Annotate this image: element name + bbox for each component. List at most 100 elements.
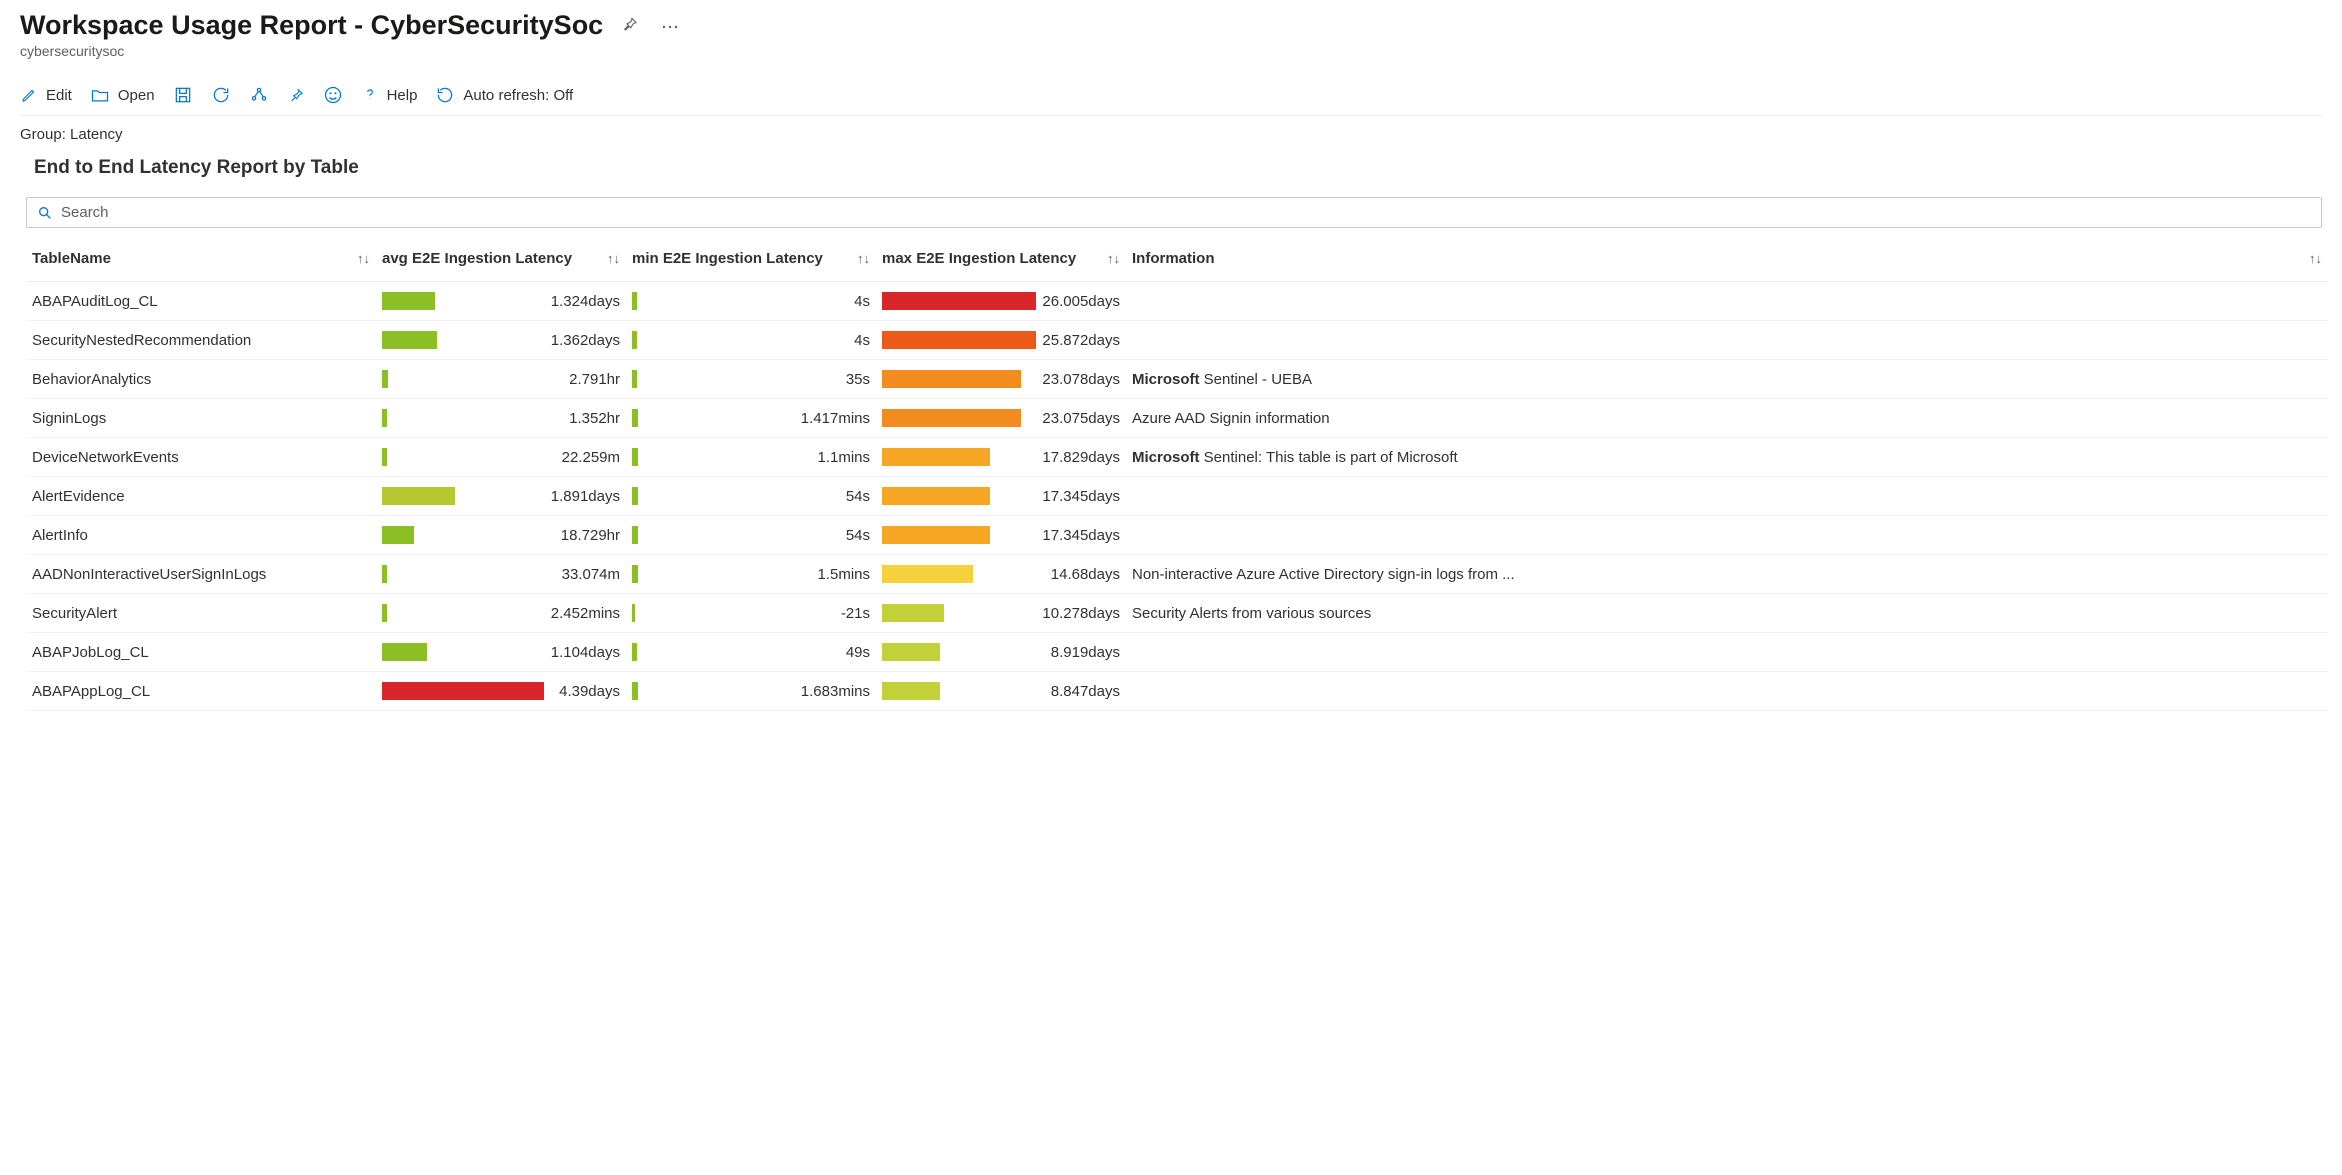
sort-icon[interactable]: ↑↓ <box>1107 251 1120 266</box>
feedback-icon[interactable] <box>323 85 343 105</box>
table-row[interactable]: SecurityNestedRecommendation1.362days4s2… <box>26 321 2328 360</box>
cell-min: 49s <box>626 633 876 672</box>
bar-track <box>632 526 794 544</box>
table-row[interactable]: ABAPAuditLog_CL1.324days4s26.005days <box>26 282 2328 321</box>
search-box[interactable] <box>26 197 2322 228</box>
bar-value: -21s <box>800 605 870 622</box>
bar-track <box>382 370 544 388</box>
cell-min: -21s <box>626 594 876 633</box>
cell-avg: 2.791hr <box>376 360 626 399</box>
table-row[interactable]: SigninLogs1.352hr1.417mins23.075daysAzur… <box>26 399 2328 438</box>
bar-fill <box>382 487 455 505</box>
table-row[interactable]: DeviceNetworkEvents22.259m1.1mins17.829d… <box>26 438 2328 477</box>
cell-tablename: DeviceNetworkEvents <box>26 438 376 477</box>
cell-tablename: ABAPAppLog_CL <box>26 672 376 711</box>
share-icon[interactable] <box>249 85 269 105</box>
bar-fill <box>382 604 387 622</box>
save-icon[interactable] <box>173 85 193 105</box>
bar-fill <box>882 565 973 583</box>
open-button[interactable]: Open <box>90 86 155 104</box>
refresh-icon[interactable] <box>211 85 231 105</box>
cell-avg: 1.891days <box>376 477 626 516</box>
pin-icon[interactable] <box>617 11 643 40</box>
bar-track <box>632 448 794 466</box>
col-header-max[interactable]: max E2E Ingestion Latency <box>882 250 1076 267</box>
table-row[interactable]: SecurityAlert2.452mins-21s10.278daysSecu… <box>26 594 2328 633</box>
bar-value: 23.075days <box>1042 410 1120 427</box>
bar-track <box>382 643 544 661</box>
bar-value: 18.729hr <box>550 527 620 544</box>
bar-track <box>632 487 794 505</box>
bar-fill <box>882 448 990 466</box>
table-row[interactable]: AlertEvidence1.891days54s17.345days <box>26 477 2328 516</box>
table-row[interactable]: ABAPJobLog_CL1.104days49s8.919days <box>26 633 2328 672</box>
bar-fill <box>632 604 635 622</box>
bar-track <box>632 331 794 349</box>
table-row[interactable]: AADNonInteractiveUserSignInLogs33.074m1.… <box>26 555 2328 594</box>
cell-max: 14.68days <box>876 555 1126 594</box>
bar-fill <box>882 370 1021 388</box>
bar-fill <box>382 526 414 544</box>
cell-max: 23.075days <box>876 399 1126 438</box>
table-row[interactable]: ABAPAppLog_CL4.39days1.683mins8.847days <box>26 672 2328 711</box>
search-input[interactable] <box>61 204 2311 221</box>
cell-avg: 1.362days <box>376 321 626 360</box>
bar-fill <box>382 682 544 700</box>
help-button[interactable]: Help <box>361 86 418 104</box>
bar-value: 1.352hr <box>550 410 620 427</box>
cell-min: 1.417mins <box>626 399 876 438</box>
col-header-name[interactable]: TableName <box>32 250 111 267</box>
col-header-info[interactable]: Information <box>1132 250 1215 267</box>
table-row[interactable]: BehaviorAnalytics2.791hr35s23.078daysMic… <box>26 360 2328 399</box>
sort-icon[interactable]: ↑↓ <box>607 251 620 266</box>
bar-track <box>882 370 1036 388</box>
group-label: Group: Latency <box>20 126 2322 143</box>
bar-fill <box>632 409 638 427</box>
pin-toolbar-icon[interactable] <box>287 86 305 104</box>
bar-value: 54s <box>800 527 870 544</box>
cell-max: 8.847days <box>876 672 1126 711</box>
bar-value: 4s <box>800 293 870 310</box>
table-row[interactable]: AlertInfo18.729hr54s17.345days <box>26 516 2328 555</box>
bar-fill <box>382 292 435 310</box>
cell-tablename: SecurityAlert <box>26 594 376 633</box>
cell-info: Azure AAD Signin information <box>1126 399 2328 438</box>
cell-max: 8.919days <box>876 633 1126 672</box>
bar-fill <box>382 565 387 583</box>
bar-fill <box>382 331 437 349</box>
bar-value: 25.872days <box>1042 332 1120 349</box>
bar-track <box>882 604 1036 622</box>
col-header-avg[interactable]: avg E2E Ingestion Latency <box>382 250 572 267</box>
cell-min: 35s <box>626 360 876 399</box>
bar-track <box>382 487 544 505</box>
sort-icon[interactable]: ↑↓ <box>357 251 370 266</box>
cell-max: 25.872days <box>876 321 1126 360</box>
cell-info <box>1126 282 2328 321</box>
bar-track <box>632 565 794 583</box>
cell-min: 54s <box>626 516 876 555</box>
bar-fill <box>632 565 638 583</box>
bar-track <box>882 682 1044 700</box>
bar-track <box>382 604 544 622</box>
sort-icon[interactable]: ↑↓ <box>857 251 870 266</box>
bar-value: 22.259m <box>550 449 620 466</box>
sort-icon[interactable]: ↑↓ <box>2309 251 2322 266</box>
cell-min: 1.5mins <box>626 555 876 594</box>
col-header-min[interactable]: min E2E Ingestion Latency <box>632 250 823 267</box>
cell-avg: 22.259m <box>376 438 626 477</box>
cell-info <box>1126 321 2328 360</box>
more-icon[interactable] <box>657 14 683 37</box>
toolbar: Edit Open Help Auto refresh: Off <box>20 75 2322 116</box>
cell-min: 4s <box>626 282 876 321</box>
auto-refresh-button[interactable]: Auto refresh: Off <box>435 85 573 105</box>
cell-info: Security Alerts from various sources <box>1126 594 2328 633</box>
bar-track <box>882 331 1036 349</box>
bar-fill <box>382 409 387 427</box>
bar-track <box>632 409 794 427</box>
edit-button[interactable]: Edit <box>20 86 72 104</box>
bar-value: 26.005days <box>1042 293 1120 310</box>
auto-refresh-label: Auto refresh: Off <box>463 87 573 104</box>
edit-label: Edit <box>46 87 72 104</box>
cell-min: 4s <box>626 321 876 360</box>
bar-track <box>882 565 1044 583</box>
